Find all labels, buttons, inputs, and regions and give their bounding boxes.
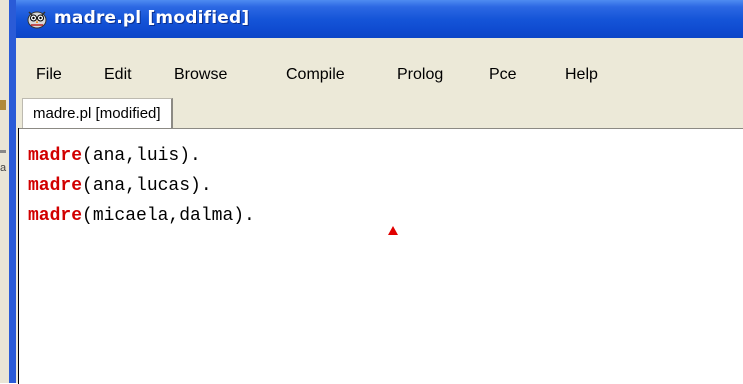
caret-marker-icon (388, 226, 398, 235)
predicate-name: madre (28, 206, 83, 226)
predicate-name: madre (28, 176, 83, 196)
menu-help[interactable]: Help (565, 66, 598, 84)
code-line[interactable]: madre(ana,luis). (28, 146, 201, 166)
window-title: madre.pl [modified] (54, 8, 250, 28)
background-window-border (9, 0, 16, 383)
predicate-args: (ana,luis). (82, 146, 201, 166)
swi-prolog-owl-icon[interactable] (26, 9, 48, 29)
background-window-text: a (0, 162, 7, 174)
code-line[interactable]: madre(ana,lucas). (28, 176, 212, 196)
menu-edit[interactable]: Edit (104, 66, 132, 84)
menu-file[interactable]: File (36, 66, 62, 84)
background-window-marker (0, 100, 6, 110)
predicate-args: (ana,lucas). (82, 176, 212, 196)
code-line[interactable]: madre(micaela,dalma). (28, 206, 255, 226)
background-window-marker (0, 150, 6, 153)
editor-border (18, 128, 19, 383)
menu-browse[interactable]: Browse (174, 66, 227, 84)
editor-window: madre.pl [modified] File Edit Browse Com… (16, 0, 743, 384)
predicate-args: (micaela,dalma). (82, 206, 255, 226)
code-editor[interactable] (18, 128, 743, 384)
tab-madre-pl[interactable]: madre.pl [modified] (22, 98, 173, 128)
predicate-name: madre (28, 146, 83, 166)
menu-compile[interactable]: Compile (286, 66, 345, 84)
title-bar[interactable]: madre.pl [modified] (16, 0, 743, 38)
menu-pce[interactable]: Pce (489, 66, 517, 84)
menu-prolog[interactable]: Prolog (397, 66, 443, 84)
